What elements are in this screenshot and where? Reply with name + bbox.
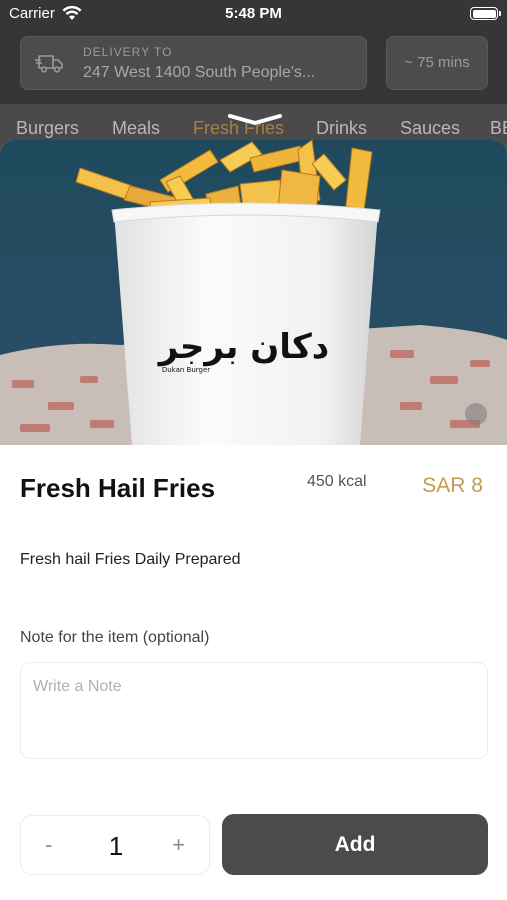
- eta-badge[interactable]: ~ 75 mins: [386, 36, 488, 90]
- delivery-truck-icon: [35, 55, 63, 73]
- chevron-down-icon[interactable]: [227, 112, 283, 128]
- item-calories: 450 kcal: [307, 473, 367, 490]
- cup-brand-arabic: دكان برجر: [157, 327, 329, 367]
- background-app: Carrier 5:48 PM DELIVERY TO 247 West 140…: [0, 0, 507, 160]
- item-price: SAR 8: [422, 474, 483, 497]
- tab-more[interactable]: BE: [490, 118, 507, 139]
- note-label: Note for the item (optional): [20, 629, 210, 646]
- product-image: دكان برجر Dukan Burger: [0, 140, 507, 445]
- tab-burgers[interactable]: Burgers: [16, 118, 79, 139]
- cup-brand-latin: Dukan Burger: [162, 366, 210, 374]
- delivery-address-selector[interactable]: DELIVERY TO 247 West 1400 South People's…: [20, 36, 367, 90]
- increase-quantity-button[interactable]: +: [172, 832, 185, 858]
- note-input[interactable]: [20, 662, 488, 759]
- item-title: Fresh Hail Fries: [20, 473, 216, 503]
- battery-icon: [470, 7, 501, 20]
- add-to-cart-button[interactable]: Add: [222, 814, 488, 875]
- item-description: Fresh hail Fries Daily Prepared: [20, 551, 241, 568]
- image-page-indicator: [465, 403, 487, 425]
- status-time: 5:48 PM: [225, 5, 282, 22]
- item-detail-sheet: دكان برجر Dukan Burger Fresh Hail Fries …: [0, 140, 507, 900]
- quantity-stepper: - 1 +: [20, 815, 210, 875]
- fries-cup-illustration: دكان برجر Dukan Burger: [0, 140, 507, 445]
- tab-sauces[interactable]: Sauces: [400, 118, 460, 139]
- status-bar: Carrier 5:48 PM: [0, 0, 507, 28]
- delivery-caption: DELIVERY TO: [83, 45, 173, 59]
- tab-drinks[interactable]: Drinks: [316, 118, 367, 139]
- delivery-address: 247 West 1400 South People's...: [83, 64, 316, 81]
- tab-meals[interactable]: Meals: [112, 118, 160, 139]
